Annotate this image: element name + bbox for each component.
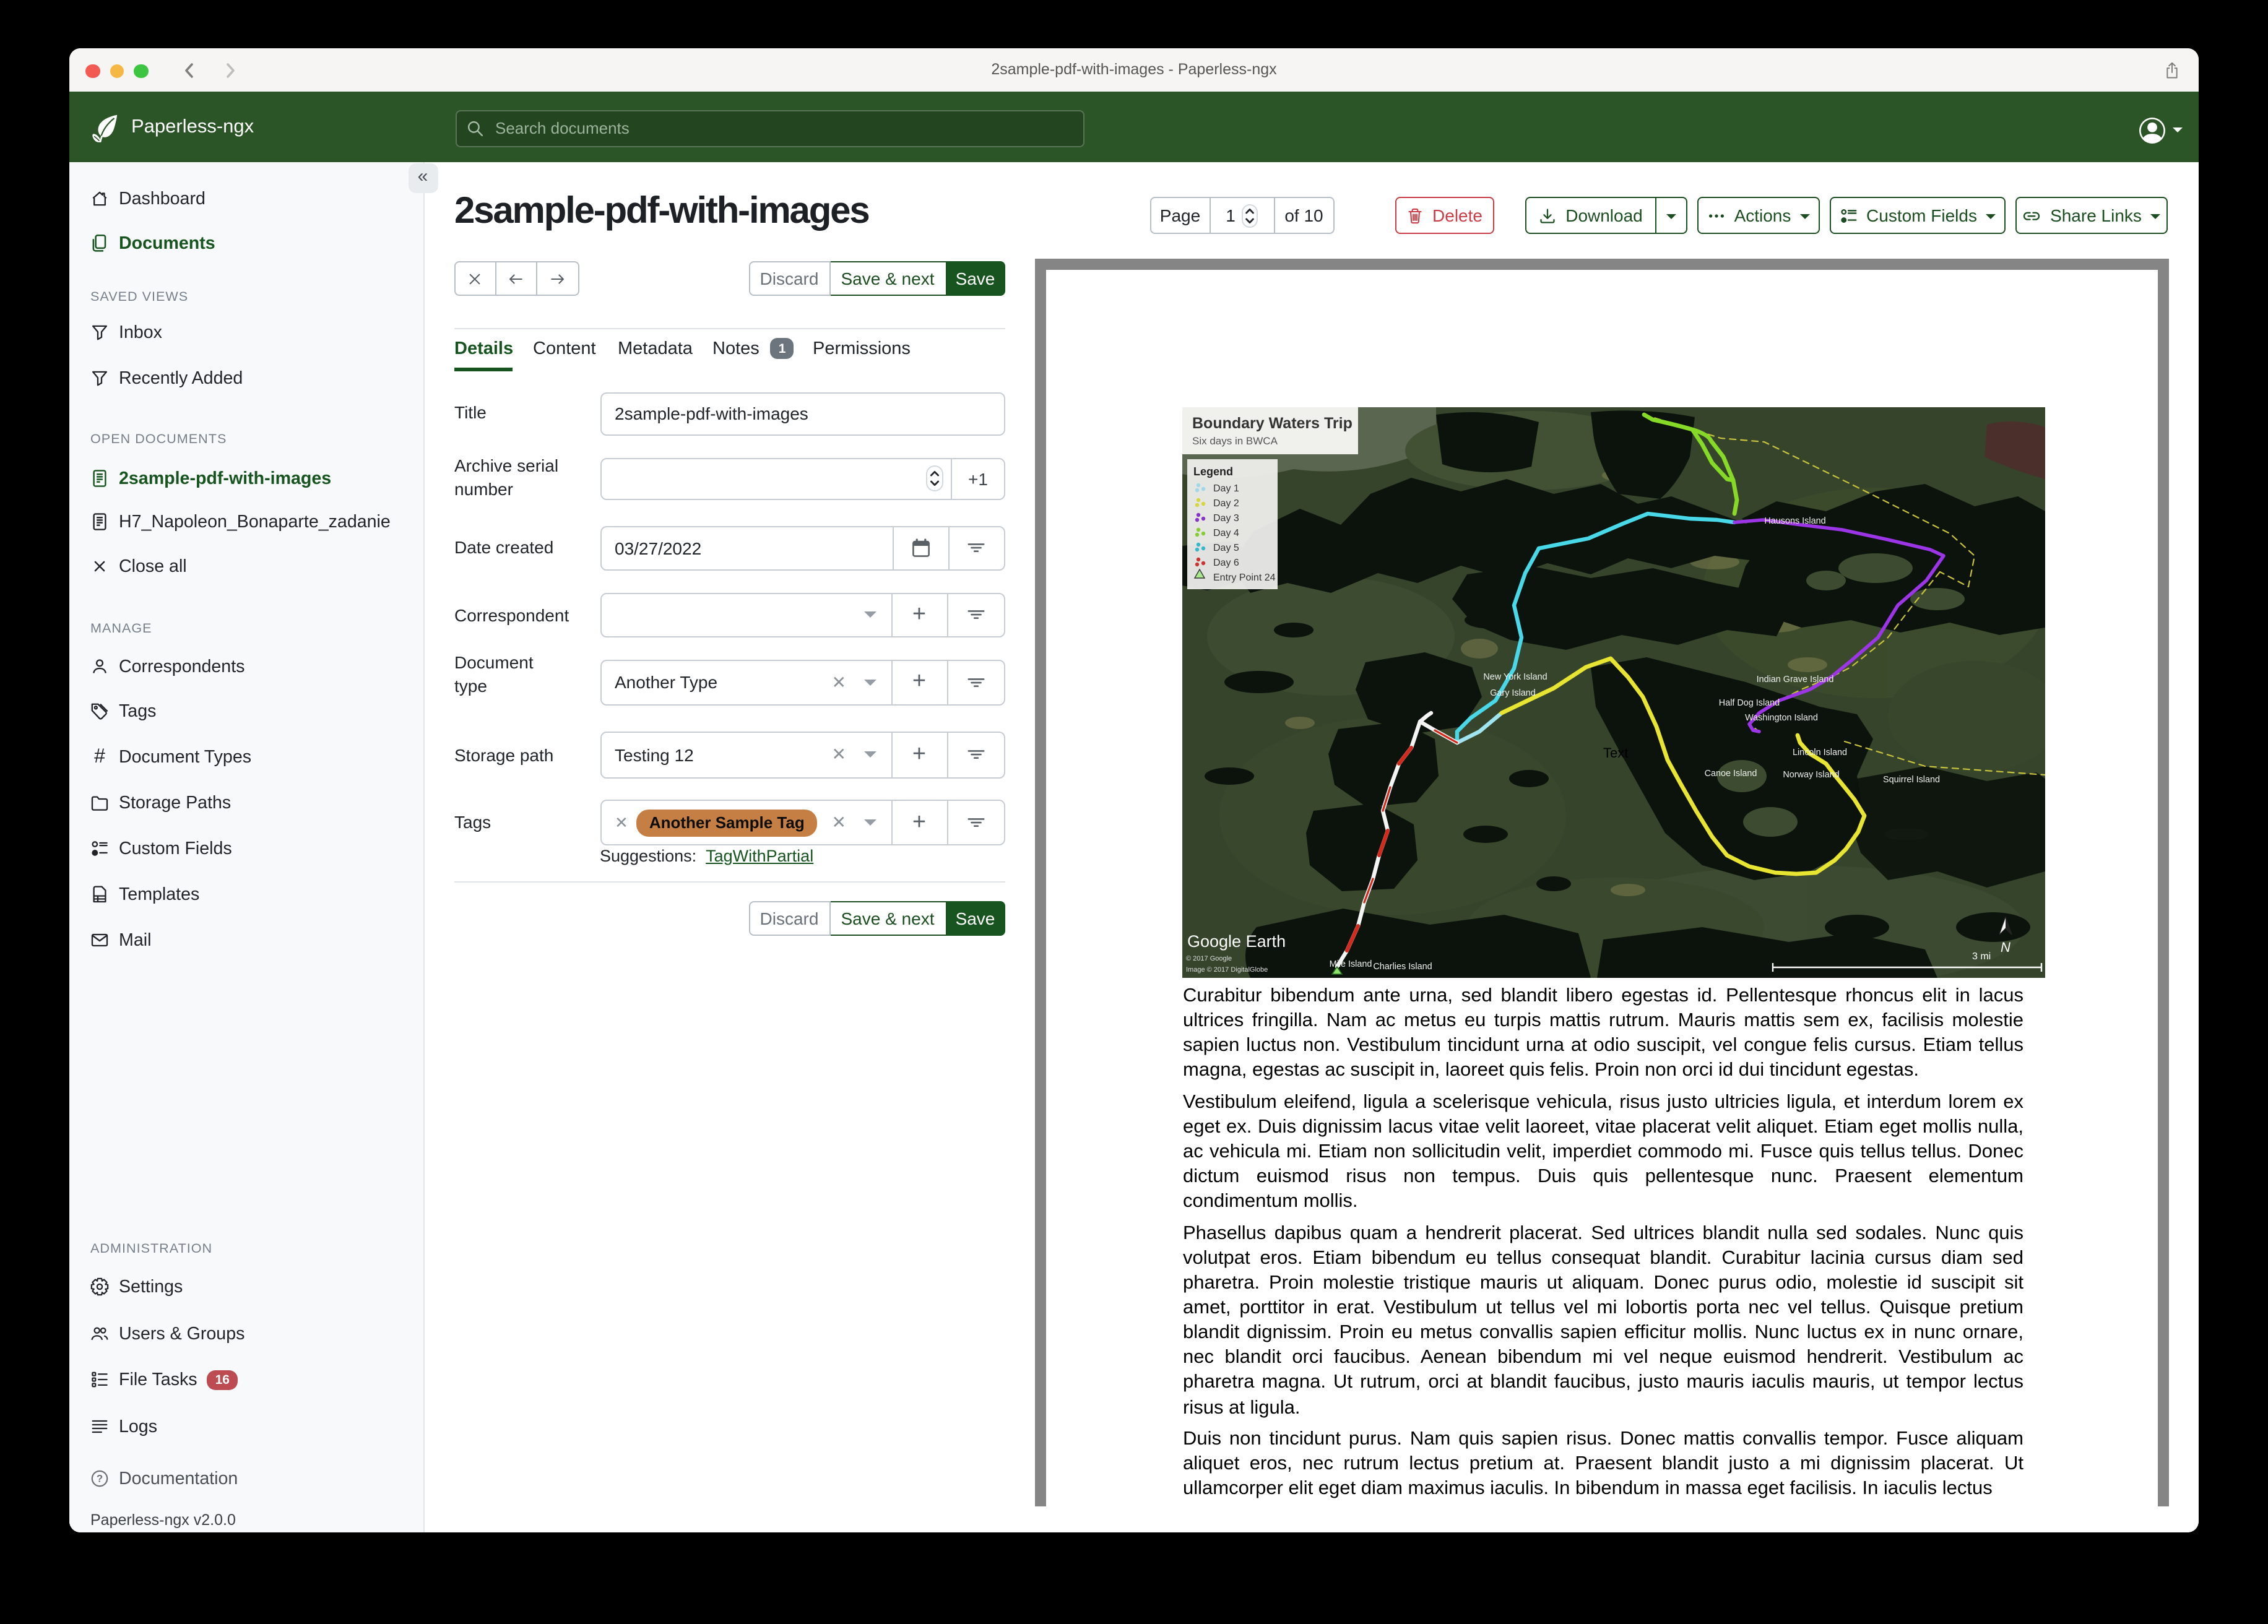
svg-text:Entry Point 24: Entry Point 24 [1213,572,1275,582]
svg-text:Google Earth: Google Earth [1187,931,1285,950]
svg-text:Mile Island: Mile Island [1329,959,1372,969]
svg-text:Text: Text [1603,745,1627,760]
svg-text:New York Island: New York Island [1482,672,1546,681]
svg-text:© 2017 Google: © 2017 Google [1185,954,1231,962]
svg-text:Canoe Island: Canoe Island [1704,768,1757,778]
svg-text:?: ? [97,1472,103,1484]
svg-text:Half Dog Island: Half Dog Island [1718,698,1779,707]
svg-text:Day 6: Day 6 [1213,557,1239,568]
svg-text:N: N [2000,939,2010,954]
svg-text:3 mi: 3 mi [1972,951,1990,961]
svg-text:Squirrel Island: Squirrel Island [1882,774,1939,784]
svg-text:Legend: Legend [1193,465,1232,477]
svg-text:Gary Island: Gary Island [1489,688,1535,698]
svg-text:Six days in BWCA: Six days in BWCA [1192,434,1278,446]
svg-text:Day 2: Day 2 [1213,498,1239,508]
svg-text:Hausons Island: Hausons Island [1764,516,1825,525]
svg-text:Day 4: Day 4 [1213,527,1239,538]
svg-text:Norway Island: Norway Island [1782,769,1838,779]
svg-text:Day 3: Day 3 [1213,512,1239,523]
svg-text:Image © 2017 DigitalGlobe: Image © 2017 DigitalGlobe [1185,965,1267,973]
svg-text:Boundary Waters Trip: Boundary Waters Trip [1192,414,1352,431]
svg-text:Day 1: Day 1 [1213,483,1239,493]
svg-text:Washington Island: Washington Island [1744,712,1817,722]
svg-text:Indian Grave Island: Indian Grave Island [1756,674,1833,684]
svg-text:Day 5: Day 5 [1213,542,1239,553]
svg-text:Lincoln Island: Lincoln Island [1792,747,1846,757]
svg-text:Charlies Island: Charlies Island [1372,961,1431,971]
